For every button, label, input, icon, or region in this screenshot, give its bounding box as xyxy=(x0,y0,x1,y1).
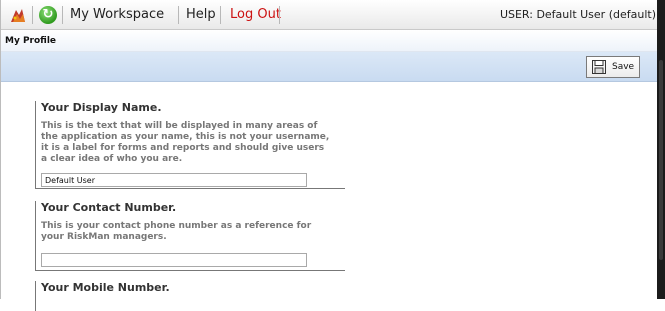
nav-divider xyxy=(32,6,33,24)
nav-divider xyxy=(62,6,63,24)
top-nav-bar: ↻ My Workspace Help Log Out USER: Defaul… xyxy=(1,0,658,30)
toolbar: Save xyxy=(1,52,658,82)
current-user-info: USER: Default User (default) xyxy=(499,8,656,21)
scrollbar-thumb[interactable] xyxy=(659,60,663,260)
page-title: My Profile xyxy=(1,30,658,52)
vertical-scrollbar[interactable] xyxy=(657,0,665,299)
contact-number-section: Your Contact Number. This is your contac… xyxy=(35,201,345,271)
save-button[interactable]: Save xyxy=(586,56,640,78)
display-name-input[interactable] xyxy=(41,173,307,187)
save-button-label: Save xyxy=(612,62,635,72)
mobile-number-heading: Your Mobile Number. xyxy=(41,281,170,294)
refresh-icon[interactable]: ↻ xyxy=(39,6,57,24)
mobile-number-section: Your Mobile Number. xyxy=(35,281,345,311)
display-name-section: Your Display Name. This is the text that… xyxy=(35,101,345,189)
nav-my-workspace[interactable]: My Workspace xyxy=(70,0,164,30)
nav-help[interactable]: Help xyxy=(186,0,216,30)
riskman-logo-icon[interactable] xyxy=(9,6,27,24)
contact-number-description: This is your contact phone number as a r… xyxy=(41,221,312,242)
display-name-heading: Your Display Name. xyxy=(41,101,162,114)
nav-divider xyxy=(178,6,179,24)
nav-divider xyxy=(279,6,280,24)
contact-number-input[interactable] xyxy=(41,253,307,267)
app-window: ↻ My Workspace Help Log Out USER: Defaul… xyxy=(0,0,658,311)
nav-log-out[interactable]: Log Out xyxy=(230,0,281,30)
display-name-description: This is the text that will be displayed … xyxy=(41,121,330,164)
save-disk-icon xyxy=(592,60,606,74)
nav-divider xyxy=(220,6,221,24)
contact-number-heading: Your Contact Number. xyxy=(41,201,177,214)
